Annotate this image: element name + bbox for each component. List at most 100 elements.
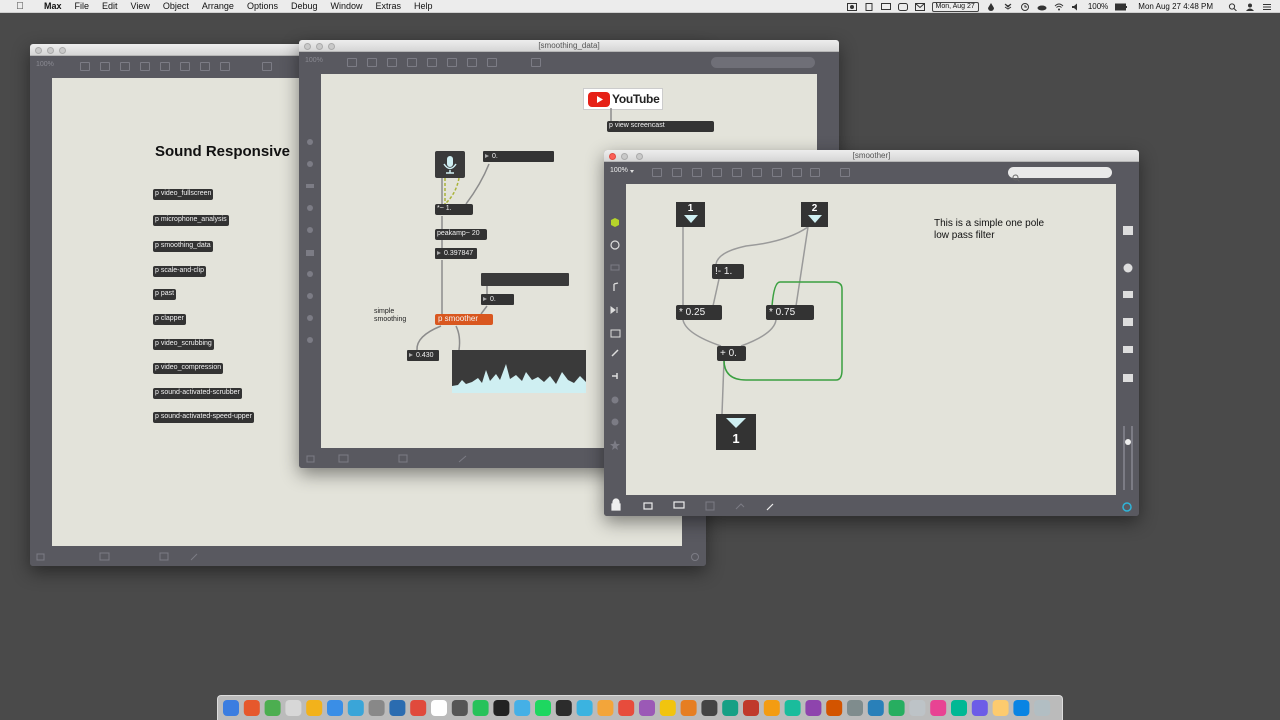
toolbar-icon-8[interactable]	[487, 58, 497, 67]
toolbar-icon-3[interactable]	[692, 168, 702, 177]
toolbar-icon-8[interactable]	[792, 168, 802, 177]
toolbar-icon-3[interactable]	[387, 58, 397, 67]
toolbar-icon-4[interactable]	[712, 168, 722, 177]
window-icon[interactable]	[897, 2, 908, 11]
toolbar-icon-3[interactable]	[120, 62, 130, 71]
menu-debug[interactable]: Debug	[291, 1, 318, 11]
zoom-button[interactable]	[59, 47, 66, 54]
subpatcher-sound-activated-speed-upper[interactable]: p sound-activated-speed-upper	[153, 412, 254, 423]
zoom-level[interactable]: 100%	[36, 61, 54, 68]
time-machine-icon[interactable]	[1020, 2, 1030, 11]
search-field[interactable]	[1008, 167, 1112, 178]
peakamp-object[interactable]: peakamp~ 20	[435, 229, 487, 240]
subpatcher-video-scrubbing[interactable]: p video_scrubbing	[153, 339, 214, 350]
zoom-dropdown-icon[interactable]	[630, 170, 634, 173]
toolbar-icon-6[interactable]	[180, 62, 190, 71]
dock-app-icon[interactable]	[285, 700, 302, 716]
dock-app-icon[interactable]	[1013, 700, 1030, 716]
volume-icon[interactable]	[1071, 3, 1081, 11]
dock-app-icon[interactable]	[701, 700, 718, 716]
smoother-subpatcher[interactable]: p smoother	[435, 314, 493, 325]
rsub-object[interactable]: !- 1.	[712, 264, 744, 279]
dock-app-icon[interactable]	[347, 700, 364, 716]
dock-app-icon[interactable]	[264, 700, 281, 716]
toolbar-icon-6[interactable]	[752, 168, 762, 177]
menu-arrange[interactable]: Arrange	[202, 1, 234, 11]
dock-app-icon[interactable]	[992, 700, 1009, 716]
dock-app-icon[interactable]	[223, 700, 239, 716]
microphone-input-button[interactable]	[435, 151, 465, 178]
display-icon[interactable]	[880, 2, 891, 11]
dock-app-icon[interactable]	[389, 700, 406, 716]
dock-app-icon[interactable]	[971, 700, 988, 716]
dock-app-icon[interactable]	[618, 700, 635, 716]
menu-options[interactable]: Options	[247, 1, 278, 11]
toolbar-icon-7[interactable]	[467, 58, 477, 67]
menu-extras[interactable]: Extras	[376, 1, 402, 11]
dock-app-icon[interactable]	[1034, 700, 1051, 716]
close-button[interactable]	[35, 47, 42, 54]
menu-file[interactable]: File	[75, 1, 90, 11]
spotlight-search-icon[interactable]	[1228, 2, 1238, 11]
dock-app-icon[interactable]	[368, 700, 385, 716]
toolbar-icon-5[interactable]	[732, 168, 742, 177]
subpatcher-video-compression[interactable]: p video_compression	[153, 363, 224, 374]
output-value-box[interactable]: 0.430	[407, 350, 439, 361]
toolbar-icon-9[interactable]	[262, 62, 272, 71]
multiply-025-object[interactable]: * 0.25	[676, 305, 722, 320]
subpatcher-microphone-analysis[interactable]: p microphone_analysis	[153, 215, 229, 226]
add-object[interactable]: + 0.	[717, 346, 746, 361]
toolbar-icon-7[interactable]	[200, 62, 210, 71]
dock-app-icon[interactable]	[722, 700, 739, 716]
toolbar-icon-4[interactable]	[407, 58, 417, 67]
dock-app-icon[interactable]	[555, 700, 572, 716]
dock-app-icon[interactable]	[888, 700, 905, 716]
slider-horizontal[interactable]	[481, 273, 569, 286]
subpatcher-past[interactable]: p past	[153, 289, 177, 300]
search-field[interactable]	[711, 57, 815, 68]
dock-app-icon[interactable]	[431, 700, 447, 716]
toolbar-icon-9[interactable]	[531, 58, 541, 67]
dock-app-icon[interactable]	[639, 700, 655, 716]
toolbar-icon-6[interactable]	[447, 58, 457, 67]
dock-app-icon[interactable]	[930, 700, 947, 716]
drop-icon[interactable]	[986, 2, 996, 11]
toolbar-icon-1[interactable]	[652, 168, 662, 177]
waveform-display[interactable]	[452, 350, 586, 393]
screen-record-icon[interactable]	[846, 2, 857, 11]
dock-app-icon[interactable]	[597, 700, 614, 716]
multiply-signal-object[interactable]: *~ 1.	[435, 204, 473, 215]
toolbar-icon-7[interactable]	[772, 168, 782, 177]
peak-value-box[interactable]: 0.397847	[435, 248, 477, 259]
apple-menu-icon[interactable]: 	[14, 1, 26, 12]
toolbar-icon-2[interactable]	[367, 58, 377, 67]
clipboard-icon[interactable]	[864, 2, 874, 11]
toolbar-icon-2[interactable]	[100, 62, 110, 71]
dock-app-icon[interactable]	[805, 700, 822, 716]
dock-app-icon[interactable]	[909, 700, 926, 716]
wifi-icon[interactable]	[1054, 3, 1064, 11]
multiply-075-object[interactable]: * 0.75	[766, 305, 814, 320]
toolbar-icon-10[interactable]	[840, 168, 850, 177]
subpatcher-scale-and-clip[interactable]: p scale-and-clip	[153, 266, 207, 277]
date-badge[interactable]: Mon, Aug 27	[931, 1, 979, 12]
toolbar-icon-9[interactable]	[810, 168, 820, 177]
outlet-1[interactable]: 1	[716, 414, 756, 450]
menu-window[interactable]: Window	[331, 1, 363, 11]
dock-app-icon[interactable]	[535, 700, 551, 716]
dock-app-icon[interactable]	[451, 700, 468, 716]
menu-app[interactable]: Max	[44, 1, 62, 11]
patcher-canvas[interactable]: 1 2 !- 1. * 0.25 * 0.75 + 0. 1 This is a…	[626, 184, 1116, 495]
battery-icon[interactable]	[1115, 3, 1128, 11]
mail-icon[interactable]	[914, 2, 925, 11]
dock-app-icon[interactable]	[867, 700, 884, 716]
menu-object[interactable]: Object	[163, 1, 189, 11]
notification-center-icon[interactable]	[1262, 3, 1272, 11]
inlet-1[interactable]: 1	[676, 202, 705, 227]
dock-app-icon[interactable]	[576, 700, 593, 716]
dock-app-icon[interactable]	[847, 700, 863, 716]
window-titlebar[interactable]: [smoother]	[604, 150, 1139, 162]
menu-view[interactable]: View	[131, 1, 150, 11]
toolbar-icon-5[interactable]	[427, 58, 437, 67]
inlet-2[interactable]: 2	[801, 202, 828, 227]
